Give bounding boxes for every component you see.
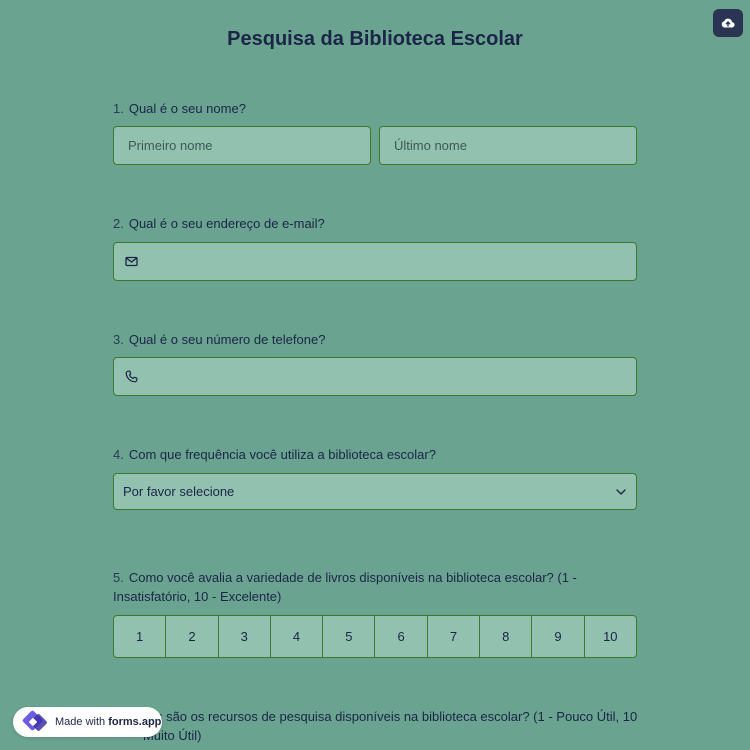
question-text: Como você avalia a variedade de livros d… [113, 570, 577, 604]
question-2-label: 2. Qual é o seu endereço de e-mail? [113, 214, 643, 233]
question-number: 2. [113, 216, 124, 231]
question-text: Com que frequência você utiliza a biblio… [128, 447, 436, 462]
question-5-label: 5. Como você avalia a variedade de livros… [113, 568, 643, 606]
badge-text: Made with forms.app [55, 716, 161, 728]
question-text: Qual é o seu número de telefone? [128, 332, 326, 347]
question-text: Qual é o seu nome? [128, 101, 246, 116]
rating-option-8[interactable]: 8 [480, 616, 533, 657]
envelope-icon [124, 255, 138, 269]
question-3-label: 3. Qual é o seu número de telefone? [113, 330, 643, 349]
phone-input[interactable] [113, 357, 637, 396]
question-number: 5. [113, 570, 124, 585]
question-number: 4. [113, 447, 124, 462]
page-title: Pesquisa da Biblioteca Escolar [227, 28, 523, 50]
question-text: úteis são os recursos de pesquisa dispon… [135, 709, 638, 743]
email-input[interactable] [113, 242, 637, 281]
forms-app-logo-icon [21, 710, 51, 734]
question-number: 1. [113, 101, 124, 116]
badge-brand: forms.app [108, 716, 162, 728]
question-4-label: 4. Com que frequência você utiliza a bibl… [113, 445, 643, 464]
made-with-badge[interactable]: Made with forms.app [13, 707, 162, 737]
phone-icon [124, 370, 138, 384]
question-1-label: 1. Qual é o seu nome? [113, 99, 643, 118]
select-value: Por favor selecione [123, 484, 235, 499]
rating-option-6[interactable]: 6 [375, 616, 428, 657]
rating-option-5[interactable]: 5 [323, 616, 376, 657]
last-name-input[interactable]: Último nome [379, 126, 637, 165]
form-page: Pesquisa da Biblioteca Escolar 1. Qual é … [0, 0, 750, 750]
rating-scale: 1 2 3 4 5 6 7 8 9 10 [113, 615, 637, 658]
question-text: Qual é o seu endereço de e-mail? [128, 216, 325, 231]
rating-option-10[interactable]: 10 [585, 616, 636, 657]
badge-prefix: Made with [55, 716, 109, 728]
rating-option-7[interactable]: 7 [428, 616, 481, 657]
chevron-down-icon [616, 488, 626, 495]
rating-option-1[interactable]: 1 [114, 616, 167, 657]
last-name-placeholder: Último nome [394, 138, 467, 153]
frequency-select[interactable]: Por favor selecione [113, 473, 637, 510]
question-6-label: úteis são os recursos de pesquisa dispon… [135, 707, 645, 745]
rating-option-9[interactable]: 9 [532, 616, 585, 657]
rating-option-2[interactable]: 2 [166, 616, 219, 657]
rating-option-4[interactable]: 4 [271, 616, 324, 657]
first-name-input[interactable]: Primeiro nome [113, 126, 371, 165]
first-name-placeholder: Primeiro nome [128, 138, 213, 153]
question-number: 3. [113, 332, 124, 347]
rating-option-3[interactable]: 3 [219, 616, 271, 657]
